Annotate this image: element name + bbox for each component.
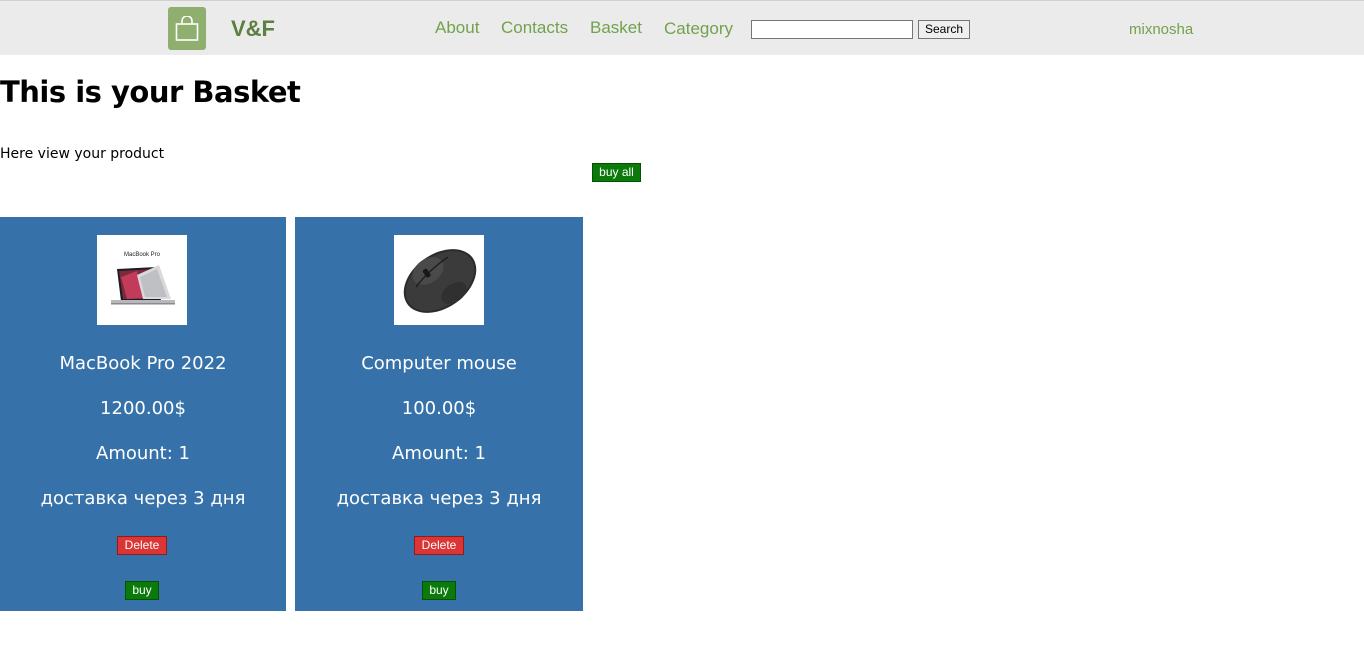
product-image	[394, 235, 484, 325]
search-button[interactable]: Search	[918, 20, 970, 39]
nav-category-link[interactable]: Category	[664, 19, 733, 39]
user-profile-link[interactable]: mixnosha	[1129, 21, 1193, 39]
top-navbar: V&F About Contacts Basket Category Searc…	[0, 0, 1364, 55]
buy-button[interactable]: buy	[125, 581, 159, 600]
brand-name[interactable]: V&F	[231, 16, 275, 42]
shopping-bag-icon[interactable]	[168, 7, 206, 50]
nav-contacts-link[interactable]: Contacts	[501, 18, 568, 38]
delete-button[interactable]: Delete	[117, 536, 167, 555]
product-price: 1200.00$	[100, 398, 186, 419]
product-image: MacBook Pro	[97, 235, 187, 325]
nav-basket-link[interactable]: Basket	[590, 18, 642, 38]
product-name: Computer mouse	[361, 353, 517, 374]
buy-button[interactable]: buy	[422, 581, 456, 600]
product-card: Computer mouse 100.00$ Amount: 1 доставк…	[295, 217, 583, 611]
laptop-image: MacBook Pro	[97, 235, 187, 325]
product-card: MacBook Pro MacBook Pro 2022 1200.00$ Am…	[0, 217, 286, 611]
buy-all-button[interactable]: buy all	[592, 163, 641, 182]
product-delivery: доставка через 3 дня	[336, 488, 542, 509]
image-caption: MacBook Pro	[124, 252, 161, 258]
page-subtitle: Here view your product	[0, 146, 165, 162]
delete-button[interactable]: Delete	[414, 536, 464, 555]
product-name: MacBook Pro 2022	[59, 353, 227, 374]
computer-mouse-image	[394, 235, 484, 325]
product-amount: Amount: 1	[392, 443, 486, 464]
product-price: 100.00$	[401, 398, 477, 419]
product-delivery: доставка через 3 дня	[40, 488, 246, 509]
page-title: This is your Basket	[0, 75, 301, 109]
product-amount: Amount: 1	[96, 443, 190, 464]
nav-about-link[interactable]: About	[435, 18, 479, 38]
search-input[interactable]	[751, 20, 913, 39]
